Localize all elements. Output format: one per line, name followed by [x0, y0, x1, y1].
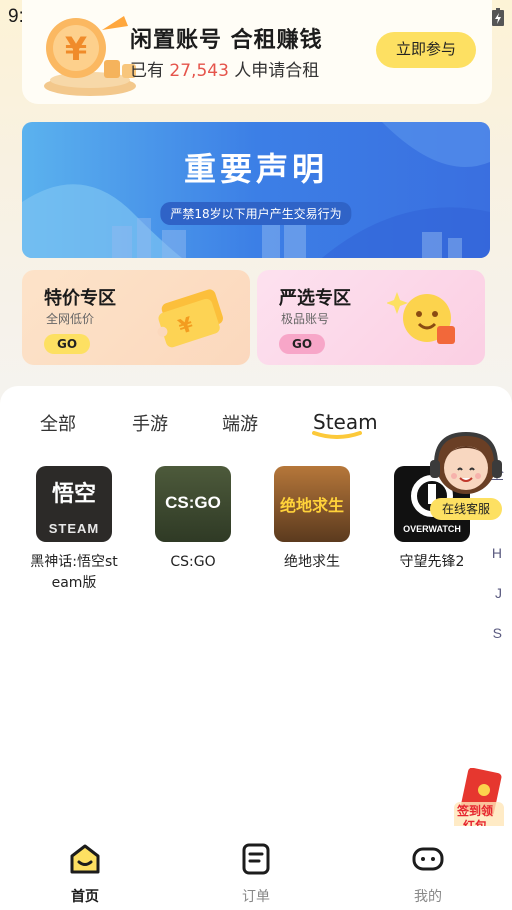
- red-packet-line: 签到领: [456, 804, 493, 818]
- icon-text: CS:GO: [165, 493, 221, 512]
- black-myth-game-icon: 悟空 STEAM: [36, 466, 112, 542]
- zone-title: 严选专区: [279, 288, 351, 309]
- nav-label: 我的: [414, 889, 442, 905]
- promo-subtitle: 已有 27,543 人申请合租: [130, 56, 319, 81]
- game-name: 黑神话:悟空st eam版: [24, 552, 124, 594]
- applicant-count: 27,543: [169, 61, 229, 81]
- premium-zone-card[interactable]: 严选专区 极品账号 GO: [257, 270, 485, 365]
- banner-background-art: [22, 122, 490, 258]
- tab-all[interactable]: 全部: [40, 410, 76, 436]
- banner-subtitle: 严禁18岁以下用户产生交易行为: [160, 202, 352, 225]
- smiley-emoji-icon: [387, 292, 455, 344]
- nav-orders[interactable]: 订单: [211, 842, 301, 906]
- go-button[interactable]: GO: [279, 334, 325, 354]
- active-tab-indicator: [312, 431, 362, 439]
- go-button[interactable]: GO: [44, 334, 90, 354]
- nav-profile[interactable]: 我的: [383, 842, 473, 906]
- icon-text: 绝地求生: [279, 496, 344, 515]
- pubg-game-icon: 绝地求生: [274, 466, 350, 542]
- game-name: 守望先锋2: [399, 554, 465, 570]
- svg-text:¥: ¥: [65, 30, 87, 68]
- game-name: 绝地求生: [284, 554, 340, 570]
- promo-subtitle-suffix: 人申请合租: [228, 61, 320, 81]
- tab-pc-games[interactable]: 端游: [222, 410, 258, 436]
- promo-title: 闲置账号 合租赚钱: [130, 28, 323, 53]
- order-icon: [242, 843, 270, 875]
- csgo-game-icon: CS:GO: [155, 466, 231, 542]
- nav-home[interactable]: 首页: [40, 842, 130, 906]
- nav-label: 订单: [242, 889, 270, 905]
- nav-label: 首页: [71, 889, 99, 905]
- game-name: CS:GO: [170, 554, 216, 570]
- bottom-navigation: 首页 订单 我的: [0, 826, 512, 910]
- tab-mobile-games[interactable]: 手游: [132, 410, 168, 436]
- rent-share-promo-card[interactable]: ¥ 闲置账号 合租赚钱 已有 27,543 人申请合租 立即参与: [22, 0, 492, 104]
- zone-title: 特价专区: [44, 288, 116, 309]
- icon-text: STEAM: [48, 521, 100, 536]
- icon-text: OVERWATCH: [403, 524, 461, 534]
- join-now-button[interactable]: 立即参与: [376, 32, 476, 68]
- game-name-line: eam版: [51, 575, 97, 591]
- alpha-index-s[interactable]: S: [493, 625, 502, 641]
- game-item-black-myth[interactable]: 悟空 STEAM 黑神话:悟空st eam版: [24, 466, 124, 594]
- online-support-button[interactable]: 在线客服: [430, 498, 502, 520]
- alpha-index-j[interactable]: J: [495, 585, 502, 601]
- icon-text: 悟空: [51, 482, 96, 507]
- zone-subtitle: 全网低价: [46, 312, 95, 326]
- ticket-icon: ¥: [157, 289, 223, 348]
- game-name-line: 黑神话:悟空st: [30, 554, 118, 570]
- alpha-index-h[interactable]: H: [492, 545, 502, 561]
- zone-subtitle: 极品账号: [281, 312, 330, 326]
- home-icon: [70, 844, 100, 874]
- promo-subtitle-prefix: 已有: [130, 61, 170, 81]
- banner-title: 重要声明: [183, 150, 328, 188]
- game-item-csgo[interactable]: CS:GO CS:GO: [143, 466, 243, 573]
- battery-icon: [492, 8, 504, 26]
- game-item-pubg[interactable]: 绝地求生 绝地求生: [262, 466, 362, 573]
- profile-icon: [412, 847, 444, 871]
- discount-zone-card[interactable]: 特价专区 全网低价 GO ¥: [22, 270, 250, 365]
- announcement-banner[interactable]: 重要声明 严禁18岁以下用户产生交易行为: [22, 122, 490, 258]
